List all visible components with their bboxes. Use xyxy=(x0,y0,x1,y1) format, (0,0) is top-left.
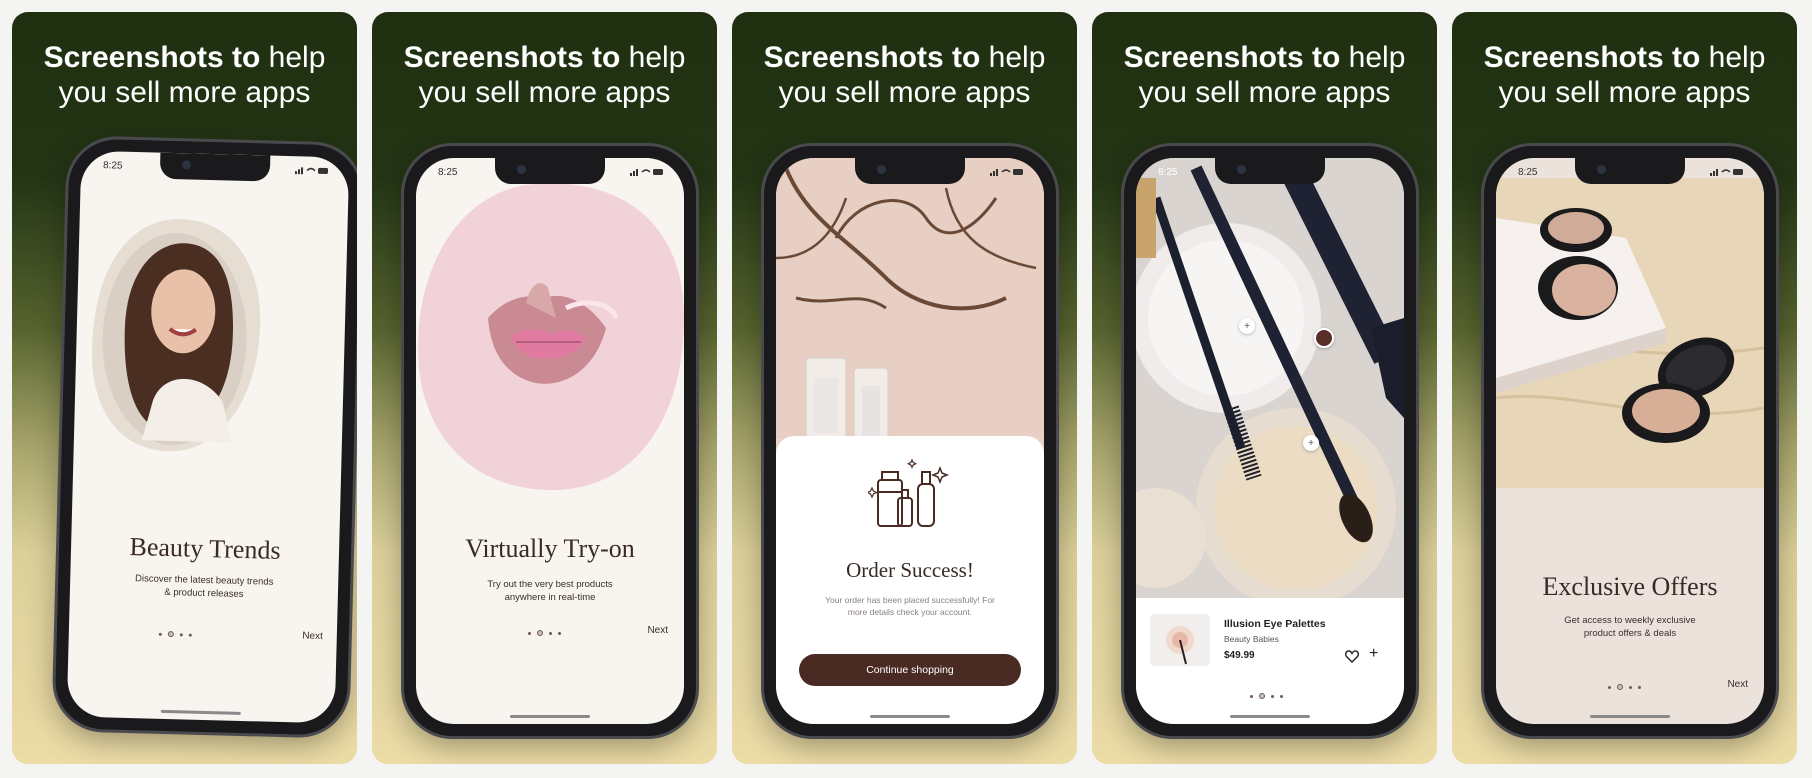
headline-line2: you sell more apps xyxy=(1138,76,1391,109)
product-card[interactable]: Illusion Eye Palettes Beauty Babies $49.… xyxy=(1136,598,1404,724)
signal-wifi-battery-icon xyxy=(630,169,663,176)
phone-mockup: 8:25 Exclusive Offers Get access to week… xyxy=(1484,146,1776,736)
panel-headline: Screenshots to help you sell more apps xyxy=(1092,40,1437,110)
promo-panel-5: Screenshots to help you sell more apps 8… xyxy=(1452,12,1797,764)
panel-headline: Screenshots to help you sell more apps xyxy=(732,40,1077,110)
headline-bold: Screenshots to xyxy=(403,41,621,74)
home-indicator xyxy=(510,715,590,718)
page-dots xyxy=(1608,684,1641,690)
heart-icon[interactable] xyxy=(1345,650,1359,663)
phone-mockup: Order Success! Your order has been place… xyxy=(764,146,1056,736)
hotspot-add-icon[interactable]: + xyxy=(1303,435,1319,451)
compact-powder-image xyxy=(1496,178,1764,488)
continue-shopping-button[interactable]: Continue shopping xyxy=(799,654,1021,686)
status-time: 8:25 xyxy=(102,160,123,172)
headline-rest: help xyxy=(988,41,1046,74)
page-dots xyxy=(1250,693,1283,699)
makeup-brushes-image xyxy=(1136,158,1404,598)
screen-title: Beauty Trends xyxy=(129,531,281,565)
headline-bold: Screenshots to xyxy=(763,41,981,74)
headline-rest: help xyxy=(1348,41,1406,74)
promo-panel-3: Screenshots to help you sell more apps O… xyxy=(732,12,1077,764)
phone-mockup: 8:25 Virtually Try-on Try out the very b… xyxy=(404,146,696,736)
page-dots xyxy=(158,631,192,638)
status-icons xyxy=(990,168,1024,176)
panel-headline: Screenshots to help you sell more apps xyxy=(372,40,717,110)
status-time: 8:25 xyxy=(1158,167,1178,178)
phone-screen: 8:25 Exclusive Offers Get access to week… xyxy=(1496,158,1764,724)
subtitle-line1: Try out the very best products xyxy=(487,579,613,590)
headline-bold: Screenshots to xyxy=(1483,41,1701,74)
screen-title: Virtually Try-on xyxy=(465,534,635,563)
screen-subtitle: Your order has been placed successfully!… xyxy=(776,594,1044,618)
status-icons xyxy=(294,166,329,175)
phone-mockup: 8:25 + + Illusion Eye Palettes Beauty Ba… xyxy=(1124,146,1416,736)
promo-panel-1: Screenshots to help you sell more apps 8… xyxy=(12,12,357,764)
product-image xyxy=(1166,626,1194,665)
screen-subtitle: Get access to weekly exclusive product o… xyxy=(1496,614,1764,640)
screen-title: Order Success! xyxy=(846,558,974,582)
phone-notch xyxy=(1215,158,1325,184)
page-dots xyxy=(528,630,561,636)
home-indicator xyxy=(160,709,241,715)
signal-wifi-battery-icon xyxy=(990,169,1023,176)
screen-subtitle: Discover the latest beauty trends & prod… xyxy=(70,570,339,603)
phone-mockup: 8:25 Beauty Trends Discover the latest b… xyxy=(54,138,357,736)
product-name: Illusion Eye Palettes xyxy=(1224,618,1326,630)
product-brand: Beauty Babies xyxy=(1224,634,1279,644)
phone-notch xyxy=(855,158,965,184)
home-indicator xyxy=(1590,715,1670,718)
promo-panel-2: Screenshots to help you sell more apps 8… xyxy=(372,12,717,764)
portrait-image xyxy=(91,219,261,452)
headline-bold: Screenshots to xyxy=(43,41,261,74)
status-icons xyxy=(630,168,664,176)
headline-bold: Screenshots to xyxy=(1123,41,1341,74)
status-icons xyxy=(1710,168,1744,176)
status-time: 8:25 xyxy=(438,167,458,178)
home-indicator xyxy=(1230,715,1310,718)
phone-notch xyxy=(1575,158,1685,184)
screen-title: Exclusive Offers xyxy=(1542,572,1718,601)
home-indicator xyxy=(870,715,950,718)
subtitle-line2: more details check your account. xyxy=(847,607,973,617)
product-price: $49.99 xyxy=(1224,650,1255,661)
panel-headline: Screenshots to help you sell more apps xyxy=(1452,40,1797,110)
cosmetics-bottles-icon xyxy=(868,458,950,527)
product-thumbnail xyxy=(1150,614,1210,666)
status-time: 8:25 xyxy=(1518,167,1538,178)
next-button[interactable]: Next xyxy=(647,625,668,636)
headline-line2: you sell more apps xyxy=(778,76,1031,109)
subtitle-line2: product offers & deals xyxy=(1583,628,1677,639)
headline-line2: you sell more apps xyxy=(1498,76,1751,109)
subtitle-line1: Your order has been placed successfully!… xyxy=(825,595,995,605)
phone-screen: 8:25 + + Illusion Eye Palettes Beauty Ba… xyxy=(1136,158,1404,724)
phone-notch xyxy=(495,158,605,184)
lips-image xyxy=(418,183,684,491)
next-button[interactable]: Next xyxy=(302,631,323,643)
headline-line2: you sell more apps xyxy=(418,76,671,109)
promo-panel-4: Screenshots to help you sell more apps 8… xyxy=(1092,12,1437,764)
screen-subtitle: Try out the very best products anywhere … xyxy=(416,578,684,604)
phone-screen: 8:25 Beauty Trends Discover the latest b… xyxy=(66,150,350,724)
signal-wifi-battery-icon xyxy=(1710,169,1743,176)
color-swatch-icon[interactable] xyxy=(1314,328,1334,348)
phone-notch xyxy=(159,152,271,182)
headline-line2: you sell more apps xyxy=(58,76,311,109)
signal-wifi-battery-icon xyxy=(294,167,329,175)
branches-bottles-image xyxy=(776,158,1044,438)
add-to-cart-icon[interactable]: + xyxy=(1369,645,1378,663)
headline-rest: help xyxy=(628,41,686,74)
next-button[interactable]: Next xyxy=(1727,679,1748,690)
subtitle-line1: Get access to weekly exclusive xyxy=(1564,615,1696,626)
phone-screen: Order Success! Your order has been place… xyxy=(776,158,1044,724)
subtitle-line2: anywhere in real-time xyxy=(504,592,596,603)
headline-rest: help xyxy=(268,41,326,74)
panel-headline: Screenshots to help you sell more apps xyxy=(12,40,357,110)
phone-screen: 8:25 Virtually Try-on Try out the very b… xyxy=(416,158,684,724)
hotspot-add-icon[interactable]: + xyxy=(1239,318,1255,334)
headline-rest: help xyxy=(1708,41,1766,74)
